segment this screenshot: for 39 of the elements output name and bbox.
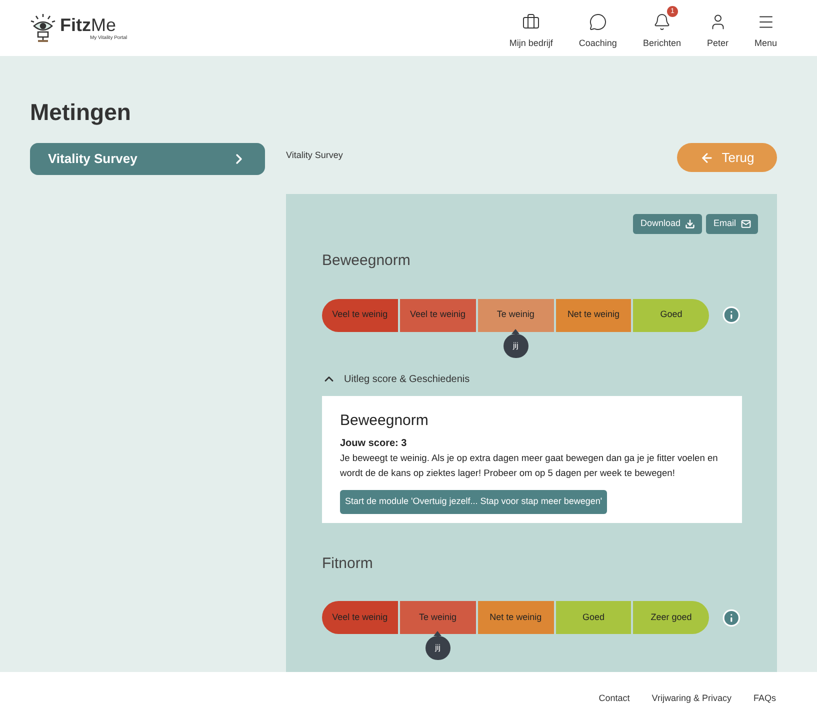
score-segment: Veel te weinig — [322, 298, 398, 332]
chat-icon — [588, 13, 607, 32]
explanation-toggle[interactable]: Uitleg score & Geschiedenis — [322, 372, 470, 386]
mail-icon — [741, 219, 751, 229]
logo-text: FitzMe — [60, 15, 118, 35]
breadcrumb: Vitality Survey — [286, 149, 343, 162]
action-button[interactable]: Email — [706, 214, 758, 234]
module-button[interactable]: Start de module 'Overtuig jezelf... Stap voor stap meer bewegen' — [340, 490, 608, 514]
footer-link[interactable]: Vrijwaring & Privacy — [652, 692, 732, 706]
score-segment: Te weinig — [400, 601, 476, 634]
footer-link[interactable]: Contact — [598, 692, 630, 706]
score-segment: Veel te weinig — [322, 601, 398, 634]
card-title: Beweegnorm — [340, 410, 430, 430]
arrow-left-icon — [700, 150, 714, 164]
info-icon[interactable] — [722, 305, 741, 325]
score-segment: Net te weinig — [556, 298, 632, 332]
nav-item[interactable]: Mijn bedrijf — [501, 5, 561, 51]
page-title: Metingen — [30, 98, 132, 127]
logo-icon — [30, 13, 56, 43]
score-segment: Zeer goed — [633, 601, 710, 634]
score-segment: Goed — [556, 601, 632, 634]
score-text: Jouw score: 3 — [340, 437, 408, 451]
nav-item[interactable]: Peter — [698, 5, 736, 51]
info-icon[interactable] — [722, 608, 741, 628]
nav-item[interactable]: Coaching — [570, 5, 625, 51]
sidebar-item[interactable]: Vitality Survey — [30, 143, 265, 175]
bell-icon — [652, 13, 671, 32]
nav-item[interactable]: Menu — [746, 5, 785, 51]
footer-link[interactable]: FAQs — [753, 692, 776, 706]
briefcase-icon — [522, 13, 540, 32]
score-segment: Goed — [633, 298, 710, 332]
measure-title: Fitnorm — [322, 554, 374, 574]
measure-title: Beweegnorm — [322, 251, 412, 271]
explanation-text: Je beweegt te weinig. Als je op extra dagen meer gaat bewegen dan ga je je fitter voelen en wordt de de kans op ziektes lager! Probeer om op 5 dagen per week te bewegen! — [340, 452, 719, 480]
score-segment: Net te weinig — [478, 601, 554, 634]
action-button[interactable]: Download — [633, 214, 702, 234]
score-segment: Veel te weinig — [400, 298, 476, 332]
score-segment: Te weinig — [478, 298, 554, 332]
download-icon — [685, 219, 696, 229]
